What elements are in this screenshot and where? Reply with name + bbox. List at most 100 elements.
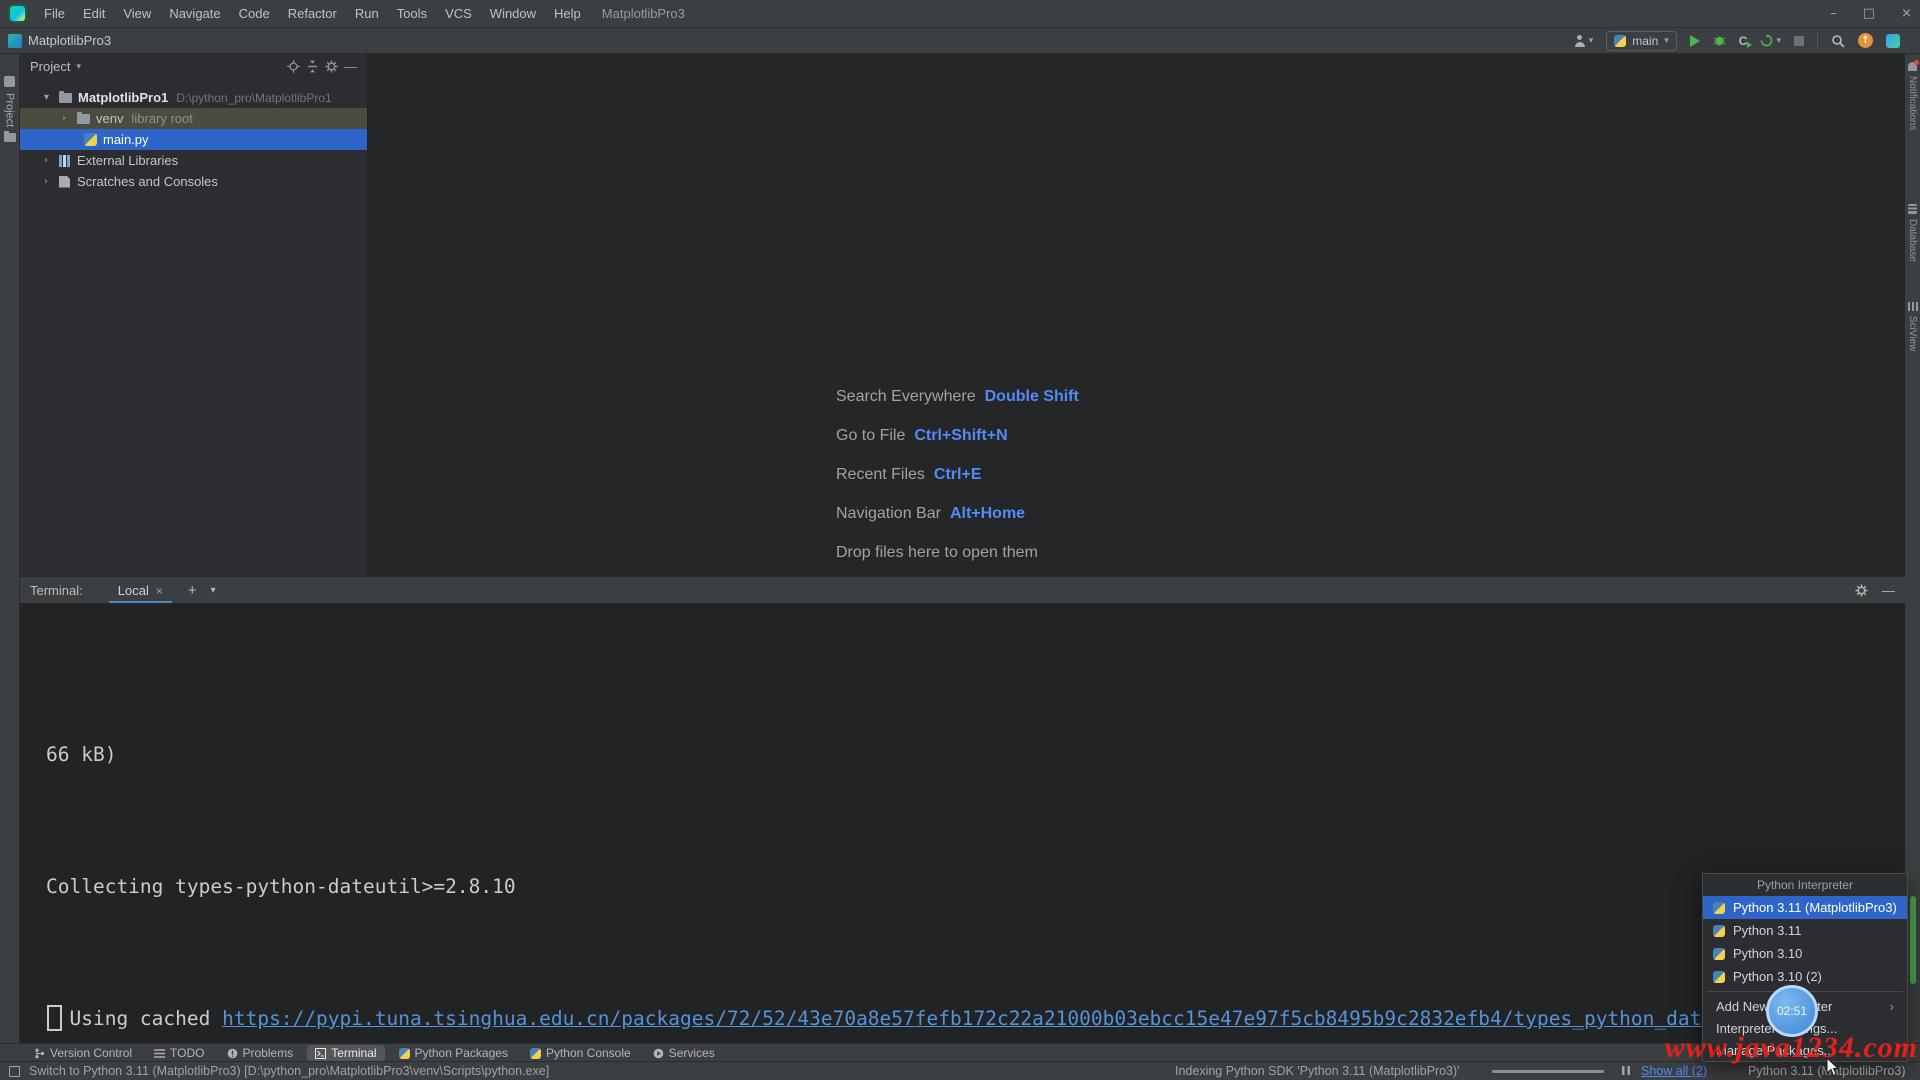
expanded-chevron-icon: ▾ (44, 92, 59, 103)
terminal-dropdown-icon[interactable]: ▾ (211, 585, 216, 596)
empty-editor-hints: Search EverywhereDouble Shift Go to File… (836, 387, 1079, 582)
status-switch-hint[interactable]: Switch to Python 3.11 (MatplotlibPro3) [… (29, 1064, 549, 1078)
sciview-stripe-button[interactable]: SciView (1905, 302, 1920, 351)
folder-icon (4, 133, 16, 142)
services-icon (653, 1048, 664, 1059)
python-console-toolwindow-button[interactable]: Python Console (522, 1045, 639, 1061)
tree-item-external-libraries[interactable]: › External Libraries (20, 150, 367, 171)
terminal-settings-gear-icon[interactable] (1855, 584, 1868, 597)
project-stripe-icon (4, 76, 15, 87)
menu-item[interactable]: Code (230, 0, 279, 27)
terminal-toolwindow-button[interactable]: Terminal (307, 1045, 384, 1061)
hint-label: Drop files here to open them (836, 544, 1038, 562)
menu-item[interactable]: Run (346, 0, 388, 27)
hint-shortcut-link[interactable]: Ctrl+E (934, 466, 982, 484)
locate-file-button[interactable] (287, 60, 300, 73)
gear-icon[interactable] (325, 60, 338, 73)
pause-indexing-icon[interactable] (1622, 1066, 1630, 1075)
hint-shortcut-link[interactable]: Alt+Home (950, 505, 1025, 523)
collapse-all-button[interactable] (306, 60, 319, 73)
project-panel: Project ▾ — ▾ MatplotlibPro1 D:\python_p… (20, 54, 368, 583)
menu-item[interactable]: Edit (74, 0, 114, 27)
libraries-icon (59, 155, 70, 167)
python-packages-toolwindow-button[interactable]: Python Packages (391, 1045, 516, 1061)
menu-item[interactable]: File (35, 0, 74, 27)
database-stripe-button[interactable]: Database (1905, 204, 1920, 262)
menu-item[interactable]: Refactor (279, 0, 346, 27)
menu-item[interactable]: VCS (436, 0, 481, 27)
folder-icon (77, 114, 90, 124)
stripe-progress-marker (1910, 896, 1916, 984)
interpreter-option[interactable]: Python 3.11 (1703, 919, 1907, 942)
update-available-icon[interactable]: ↑ (1858, 33, 1873, 48)
tree-item-project-root[interactable]: ▾ MatplotlibPro1 D:\python_pro\Matplotli… (20, 87, 367, 108)
terminal-line: 66 kB) (46, 738, 1866, 771)
hint-label: Navigation Bar (836, 505, 941, 523)
debug-button[interactable] (1713, 34, 1726, 47)
project-stripe-button[interactable]: Project (0, 76, 19, 142)
menu-item[interactable]: Tools (388, 0, 436, 27)
services-toolwindow-button[interactable]: Services (645, 1045, 723, 1061)
chevron-down-icon: ▾ (1776, 36, 1781, 46)
status-square-icon (9, 1066, 20, 1077)
stop-button[interactable] (1794, 36, 1804, 46)
interpreter-option[interactable]: Python 3.10 (1703, 942, 1907, 965)
project-tab-label: MatplotlibPro3 (28, 33, 111, 48)
version-control-toolwindow-button[interactable]: Version Control (26, 1045, 140, 1061)
terminal-icon (315, 1048, 326, 1059)
tree-item-venv[interactable]: › venv library root (20, 108, 367, 129)
interpreter-option[interactable]: Python 3.10 (2) (1703, 965, 1907, 988)
terminal-output[interactable]: 66 kB) Collecting types-python-dateutil>… (20, 603, 1905, 1044)
submenu-arrow-icon: › (1890, 999, 1894, 1014)
minimize-button[interactable]: – (1830, 6, 1837, 21)
menu-item[interactable]: Navigate (160, 0, 229, 27)
hint-shortcut-link[interactable]: Ctrl+Shift+N (914, 427, 1007, 445)
python-icon (1614, 35, 1626, 47)
ide-promo-icon[interactable] (1886, 34, 1900, 48)
project-tab[interactable]: MatplotlibPro3 (0, 33, 111, 48)
mouse-cursor (1826, 1058, 1840, 1078)
left-tool-stripe: Project (0, 54, 20, 1044)
project-tree: ▾ MatplotlibPro1 D:\python_pro\Matplotli… (20, 87, 367, 192)
todo-toolwindow-button[interactable]: TODO (146, 1045, 212, 1061)
tool-window-bar: Version Control TODO Problems Terminal P… (0, 1043, 1920, 1062)
terminal-cursor (47, 1005, 62, 1031)
run-with-coverage-button[interactable]: C (1739, 34, 1748, 48)
collapsed-chevron-icon: › (62, 113, 77, 124)
menu-item[interactable]: Help (545, 0, 590, 27)
tree-item-scratches[interactable]: › Scratches and Consoles (20, 171, 367, 192)
hide-panel-button[interactable]: — (344, 59, 357, 74)
terminal-tab-local[interactable]: Local × (109, 577, 172, 604)
problems-icon (227, 1048, 238, 1059)
project-stripe-label: Project (4, 93, 16, 127)
tab-close-icon[interactable]: × (156, 584, 163, 598)
profiler-icon (1760, 34, 1773, 47)
tree-item-main-py[interactable]: main.py (20, 129, 367, 150)
chevron-down-icon[interactable]: ▾ (76, 62, 81, 72)
code-with-me-button[interactable]: ▾ (1574, 35, 1594, 47)
interpreter-option-selected[interactable]: Python 3.11 (MatplotlibPro3) (1703, 896, 1907, 919)
app-logo-icon[interactable] (10, 6, 25, 21)
terminal-link[interactable]: https://pypi.tuna.tsinghua.edu.cn/packag… (222, 1007, 1866, 1030)
search-everywhere-button[interactable] (1831, 34, 1845, 48)
project-icon (8, 34, 22, 48)
project-panel-title[interactable]: Project (30, 59, 70, 74)
bell-icon (1908, 62, 1917, 71)
close-button[interactable]: × (1901, 6, 1912, 21)
minimize-tool-window-button[interactable]: — (1882, 583, 1895, 598)
profiler-button[interactable]: ▾ (1760, 34, 1781, 47)
new-terminal-button[interactable]: + (188, 582, 197, 599)
show-all-link[interactable]: Show all (2) (1641, 1064, 1707, 1078)
menu-item[interactable]: Window (481, 0, 545, 27)
run-button[interactable] (1690, 35, 1700, 47)
popup-title: Python Interpreter (1703, 874, 1907, 896)
hint-label: Recent Files (836, 466, 925, 484)
problems-toolwindow-button[interactable]: Problems (219, 1045, 302, 1061)
maximize-button[interactable]: □ (1863, 6, 1875, 21)
menu-item[interactable]: View (114, 0, 160, 27)
folder-icon (59, 93, 72, 103)
hint-shortcut-link[interactable]: Double Shift (985, 388, 1079, 406)
notifications-stripe-button[interactable]: Notifications (1905, 62, 1920, 130)
run-configuration-selector[interactable]: main ▾ (1606, 31, 1677, 51)
python-icon (1713, 948, 1725, 960)
